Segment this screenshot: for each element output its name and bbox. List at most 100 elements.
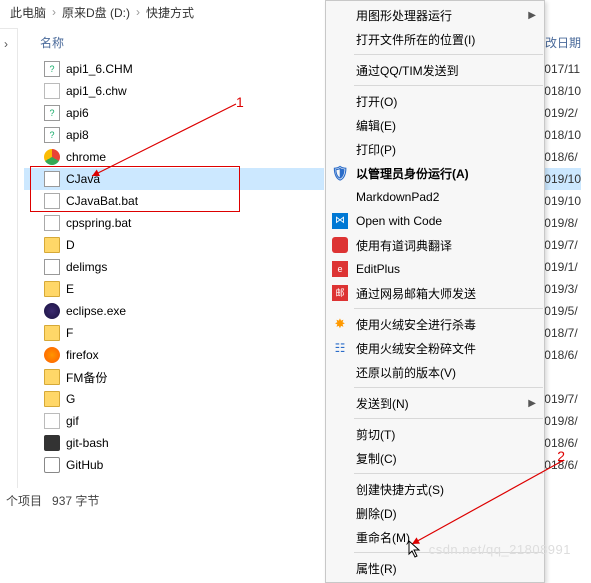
- menu-separator: [354, 85, 543, 86]
- file-row[interactable]: delimgs: [24, 256, 324, 278]
- file-name: api8: [66, 128, 89, 142]
- menu-editplus[interactable]: eEditPlus: [326, 257, 544, 281]
- file-name: FM备份: [66, 369, 107, 386]
- mail-icon: 邮: [332, 285, 348, 301]
- menu-cut[interactable]: 剪切(T): [326, 422, 544, 446]
- menu-open-location[interactable]: 打开文件所在的位置(I): [326, 27, 544, 51]
- file-date: 019/5/: [544, 300, 581, 322]
- menu-properties[interactable]: 属性(R): [326, 556, 544, 580]
- menu-huorong-shred[interactable]: ☷使用火绒安全粉碎文件: [326, 336, 544, 360]
- github-icon: [44, 457, 60, 473]
- file-name: git-bash: [66, 436, 109, 450]
- file-row[interactable]: GitHub: [24, 454, 324, 476]
- file-row[interactable]: gif: [24, 410, 324, 432]
- menu-huorong-scan[interactable]: ✸使用火绒安全进行杀毒: [326, 312, 544, 336]
- annotation-label-2: 2: [557, 448, 565, 464]
- file-name: delimgs: [66, 260, 107, 274]
- chm-icon: ?: [44, 105, 60, 121]
- file-date: 019/8/: [544, 212, 581, 234]
- menu-separator: [354, 308, 543, 309]
- chevron-right-icon: ›: [136, 5, 140, 19]
- chevron-right-icon: ▶: [528, 10, 536, 21]
- folder-icon: [44, 237, 60, 253]
- file-date: 017/11: [544, 58, 581, 80]
- file-row[interactable]: ? api8: [24, 124, 324, 146]
- chevron-right-icon: ▶: [528, 398, 536, 409]
- file-name: E: [66, 282, 74, 296]
- chevron-right-icon: ›: [4, 37, 8, 51]
- menu-separator: [354, 387, 543, 388]
- file-row[interactable]: E: [24, 278, 324, 300]
- file-name: CJavaBat.bat: [66, 194, 138, 208]
- chm-icon: ?: [44, 127, 60, 143]
- column-header-name[interactable]: 名称: [40, 34, 64, 51]
- menu-netease-mail[interactable]: 邮通过网易邮箱大师发送: [326, 281, 544, 305]
- firefox-icon: [44, 347, 60, 363]
- file-name: api1_6.chw: [66, 84, 127, 98]
- menu-open-with-code[interactable]: ⋈Open with Code: [326, 209, 544, 233]
- menu-send-to[interactable]: 发送到(N)▶: [326, 391, 544, 415]
- file-row[interactable]: eclipse.exe: [24, 300, 324, 322]
- chm-icon: ?: [44, 61, 60, 77]
- file-name: api1_6.CHM: [66, 62, 133, 76]
- file-row[interactable]: FM备份: [24, 366, 324, 388]
- file-date: 018/10: [544, 80, 581, 102]
- menu-open[interactable]: 打开(O): [326, 89, 544, 113]
- file-row[interactable]: D: [24, 234, 324, 256]
- file-name: CJava: [66, 172, 100, 186]
- file-name: cpspring.bat: [66, 216, 131, 230]
- menu-send-qq[interactable]: 通过QQ/TIM发送到: [326, 58, 544, 82]
- column-header-date[interactable]: 改日期: [545, 34, 581, 51]
- breadcrumb-drive[interactable]: 原来D盘 (D:): [62, 4, 130, 21]
- file-date: 019/10: [544, 190, 581, 212]
- file-row[interactable]: F: [24, 322, 324, 344]
- breadcrumb[interactable]: 此电脑 › 原来D盘 (D:) › 快捷方式: [10, 0, 194, 24]
- nav-pane[interactable]: ›: [0, 28, 18, 488]
- menu-delete[interactable]: 删除(D): [326, 501, 544, 525]
- annotation-label-1: 1: [236, 94, 244, 110]
- folder-icon: [44, 369, 60, 385]
- file-row[interactable]: CJava: [24, 168, 324, 190]
- gif-icon: [44, 413, 60, 429]
- file-row[interactable]: ?api6: [24, 102, 324, 124]
- exe-icon: [44, 171, 60, 187]
- bat-icon: [44, 215, 60, 231]
- menu-run-gpu[interactable]: 用图形处理器运行▶: [326, 3, 544, 27]
- file-date: 019/8/: [544, 410, 581, 432]
- file-row[interactable]: api1_6.chw: [24, 80, 324, 102]
- file-row[interactable]: cpspring.bat: [24, 212, 324, 234]
- file-list[interactable]: ? api1_6.CHM api1_6.chw ?api6? api8 chrome CJa…: [24, 58, 324, 476]
- exe-icon: [44, 259, 60, 275]
- file-row[interactable]: G: [24, 388, 324, 410]
- vscode-icon: ⋈: [332, 213, 348, 229]
- menu-create-shortcut[interactable]: 创建快捷方式(S): [326, 477, 544, 501]
- shield-icon: 🛡: [332, 165, 348, 181]
- menu-edit[interactable]: 编辑(E): [326, 113, 544, 137]
- file-date: 018/7/: [544, 322, 581, 344]
- file-row[interactable]: firefox: [24, 344, 324, 366]
- menu-restore-version[interactable]: 还原以前的版本(V): [326, 360, 544, 384]
- file-row[interactable]: CJavaBat.bat: [24, 190, 324, 212]
- menu-print[interactable]: 打印(P): [326, 137, 544, 161]
- file-name: chrome: [66, 150, 106, 164]
- menu-run-admin[interactable]: 🛡以管理员身份运行(A): [326, 161, 544, 185]
- editplus-icon: e: [332, 261, 348, 277]
- menu-markdownpad[interactable]: MarkdownPad2: [326, 185, 544, 209]
- breadcrumb-folder[interactable]: 快捷方式: [146, 4, 194, 21]
- file-date: 019/10: [544, 168, 581, 190]
- file-row[interactable]: git-bash: [24, 432, 324, 454]
- file-row[interactable]: ? api1_6.CHM: [24, 58, 324, 80]
- file-date: 019/3/: [544, 278, 581, 300]
- status-size: 937 字节: [52, 492, 99, 509]
- folder-icon: [44, 325, 60, 341]
- shred-icon: ☷: [332, 340, 348, 356]
- menu-youdao[interactable]: 使用有道词典翻译: [326, 233, 544, 257]
- file-icon: [44, 83, 60, 99]
- breadcrumb-root[interactable]: 此电脑: [10, 4, 46, 21]
- menu-copy[interactable]: 复制(C): [326, 446, 544, 470]
- watermark: csdn.net/qq_21808991: [429, 542, 571, 557]
- file-name: F: [66, 326, 73, 340]
- file-date: 018/10: [544, 124, 581, 146]
- file-date: [544, 366, 581, 388]
- file-row[interactable]: chrome: [24, 146, 324, 168]
